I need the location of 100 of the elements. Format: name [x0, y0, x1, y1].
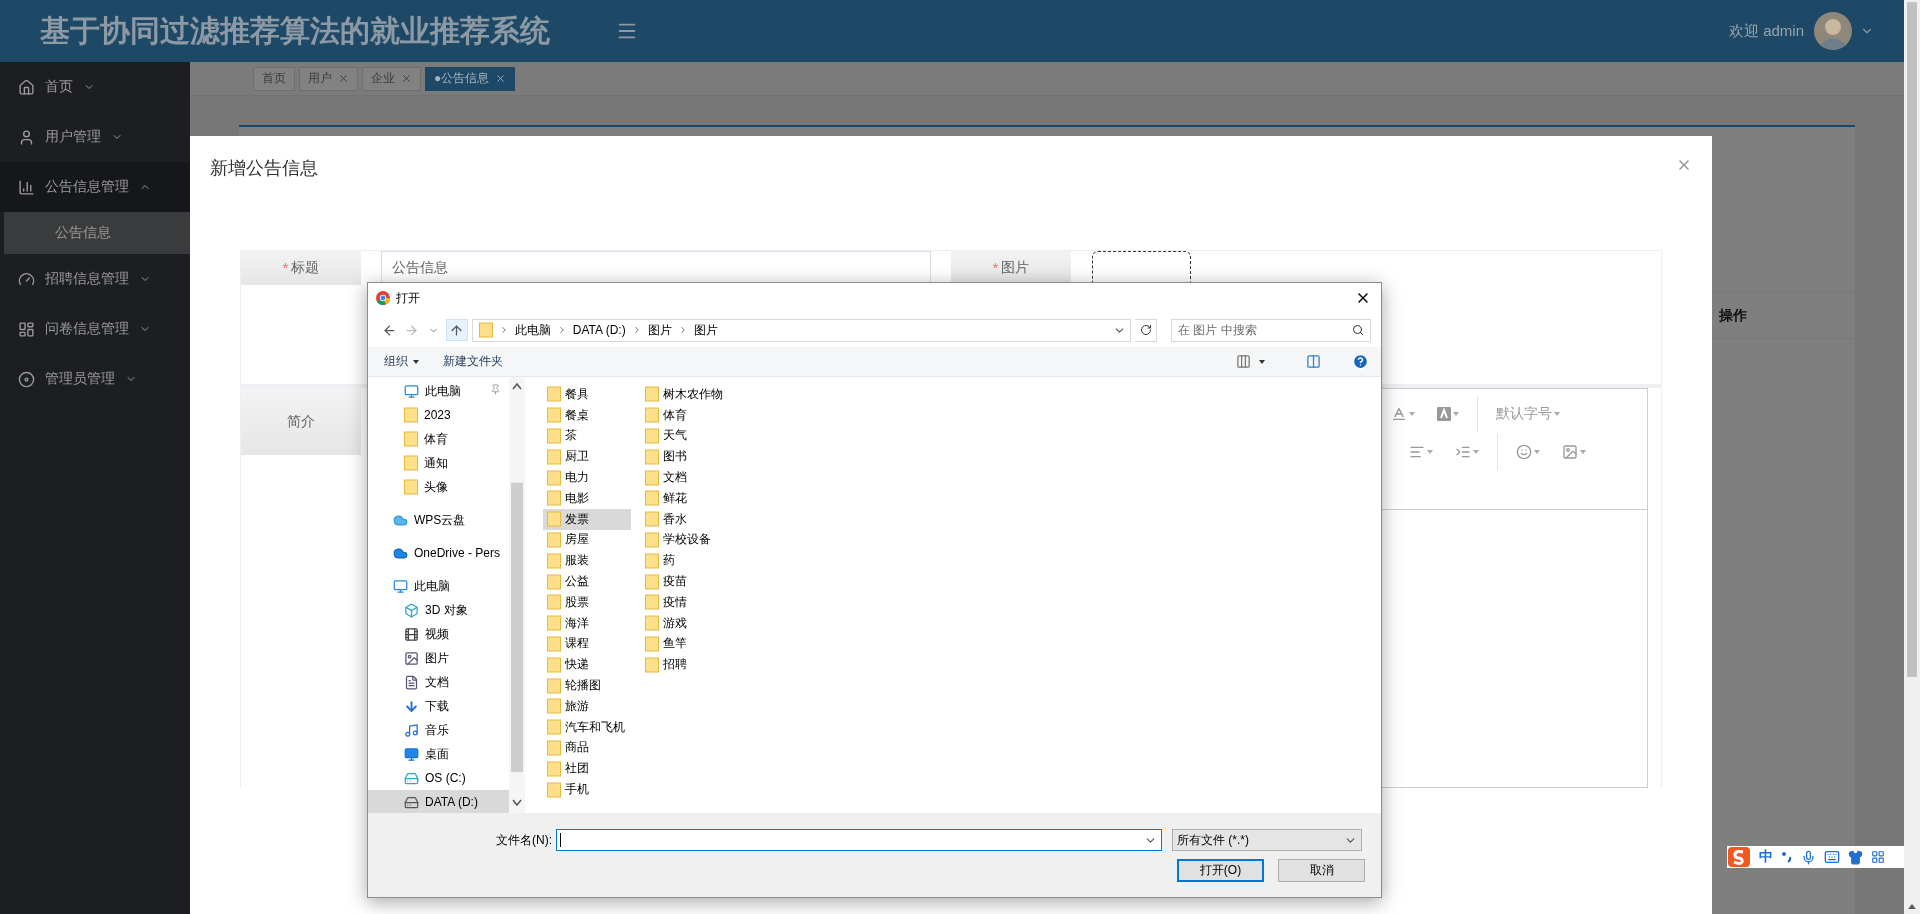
folder-item[interactable]: 餐具: [543, 384, 631, 405]
nav-item[interactable]: OneDrive - Pers: [368, 541, 509, 565]
nav-item[interactable]: 视频: [368, 622, 509, 646]
folder-item[interactable]: 鲜花: [641, 488, 729, 509]
up-button[interactable]: [446, 319, 468, 341]
folder-item[interactable]: 体育: [641, 404, 729, 426]
microphone-icon[interactable]: [1801, 849, 1816, 865]
breadcrumb[interactable]: DATA (D:): [572, 323, 626, 337]
nav-item[interactable]: 音乐: [368, 718, 509, 742]
nav-item[interactable]: OS (C:): [368, 766, 509, 790]
folder-item[interactable]: 发票: [543, 508, 631, 530]
shirt-icon[interactable]: [1848, 849, 1863, 865]
folder-item[interactable]: 电力: [543, 467, 631, 488]
nav-item[interactable]: WPS云盘: [368, 508, 509, 532]
help-icon[interactable]: [1352, 353, 1369, 370]
nav-item[interactable]: 下载: [368, 694, 509, 718]
sidebar-item[interactable]: 管理员管理: [0, 354, 190, 404]
drive-icon: [404, 794, 419, 810]
sidebar-item[interactable]: 用户管理: [0, 112, 190, 162]
folder-item[interactable]: 服装: [543, 550, 631, 572]
bar-chart-icon: [18, 178, 35, 196]
file-type-select[interactable]: 所有文件 (*.*): [1172, 829, 1362, 851]
folder-item[interactable]: 学校设备: [641, 529, 729, 551]
folder-icon: [547, 719, 561, 736]
folder-icon: [404, 407, 418, 423]
folder-item[interactable]: 快递: [543, 654, 631, 676]
folder-icon: [645, 656, 659, 673]
folder-item[interactable]: 游戏: [641, 612, 729, 634]
sidebar-item[interactable]: 公告信息管理: [0, 162, 190, 212]
nav-item[interactable]: 文档: [368, 670, 509, 694]
nav-item[interactable]: 3D 对象: [368, 598, 509, 622]
tab[interactable]: ●公告信息: [425, 66, 516, 91]
folder-item[interactable]: 餐桌: [543, 404, 631, 426]
folder-item[interactable]: 社团: [543, 758, 631, 780]
sidebar-subitem[interactable]: 公告信息: [4, 212, 190, 254]
folder-item[interactable]: 课程: [543, 633, 631, 655]
file-name-field[interactable]: [556, 829, 1162, 851]
toolbar-button[interactable]: 组织: [384, 353, 419, 370]
folder-item[interactable]: 商品: [543, 737, 631, 759]
folder-item[interactable]: 鱼竿: [641, 633, 729, 655]
folder-item[interactable]: 图书: [641, 446, 729, 468]
breadcrumb[interactable]: 此电脑: [514, 321, 551, 339]
breadcrumb[interactable]: 图片: [647, 321, 672, 339]
desktop-icon: [404, 746, 419, 762]
dropdown-arrow-icon: [1554, 412, 1560, 416]
nav-item[interactable]: 体育: [368, 427, 509, 451]
file-name-label: 文件名(N):: [495, 831, 553, 849]
film-icon: [404, 626, 419, 642]
folder-item[interactable]: 旅游: [543, 695, 631, 717]
folder-item[interactable]: 海洋: [543, 612, 631, 634]
sidebar-item[interactable]: 首页: [0, 62, 190, 112]
sidebar-item[interactable]: 问卷信息管理: [0, 304, 190, 354]
folder-icon: [404, 455, 418, 471]
punctuation-icon[interactable]: [1781, 850, 1793, 864]
folder-icon: [645, 594, 659, 611]
folder-item[interactable]: 文档: [641, 467, 729, 488]
folder-item[interactable]: 公益: [543, 571, 631, 592]
folder-item[interactable]: 汽车和飞机: [543, 716, 631, 738]
cloud-icon: [393, 512, 408, 528]
download-icon: [404, 698, 419, 714]
title-input[interactable]: 公告信息: [381, 251, 931, 285]
refresh-button[interactable]: [1135, 318, 1157, 342]
folder-item[interactable]: 香水: [641, 508, 729, 530]
folder-item[interactable]: 手机: [543, 779, 631, 800]
nav-item[interactable]: 2023: [368, 403, 509, 427]
nav-item[interactable]: 通知: [368, 451, 509, 475]
address-bar[interactable]: 此电脑 DATA (D:) 图片 图片: [471, 318, 1132, 342]
nav-item[interactable]: 头像: [368, 475, 509, 499]
search-field[interactable]: 在 图片 中搜索: [1171, 318, 1371, 342]
folder-item[interactable]: 天气: [641, 425, 729, 447]
folder-item[interactable]: 轮播图: [543, 675, 631, 696]
folder-item[interactable]: 电影: [543, 488, 631, 509]
folder-item[interactable]: 股票: [543, 591, 631, 613]
dropdown-arrow-icon: [1427, 450, 1433, 454]
folder-item[interactable]: 厨卫: [543, 446, 631, 468]
house-icon: [18, 78, 35, 96]
nav-item[interactable]: DATA (D:): [368, 790, 509, 813]
cancel-button[interactable]: 取消: [1278, 859, 1365, 882]
nav-item[interactable]: 此电脑: [368, 574, 509, 598]
nav-item[interactable]: 此电脑: [368, 379, 509, 403]
browser-icon: [376, 291, 390, 305]
folder-icon: [547, 407, 561, 424]
folder-item[interactable]: 疫情: [641, 591, 729, 613]
toolbar-button[interactable]: 新建文件夹: [443, 353, 503, 370]
folder-item[interactable]: 药: [641, 550, 729, 572]
keyboard-icon[interactable]: [1824, 849, 1840, 865]
folder-icon: [645, 635, 659, 652]
breadcrumb[interactable]: 图片: [693, 321, 718, 339]
folder-item[interactable]: 树木农作物: [641, 384, 729, 405]
folder-item[interactable]: 疫苗: [641, 571, 729, 592]
folder-item[interactable]: 招聘: [641, 654, 729, 676]
nav-item[interactable]: 图片: [368, 646, 509, 670]
dialog-title: 新增公告信息: [210, 158, 318, 178]
folder-item[interactable]: 茶: [543, 425, 631, 447]
sidebar-item[interactable]: 招聘信息管理: [0, 254, 190, 304]
grid-icon[interactable]: [1871, 850, 1885, 864]
folder-item[interactable]: 房屋: [543, 529, 631, 551]
open-button[interactable]: 打开(O): [1177, 859, 1264, 882]
input-mode[interactable]: 中: [1759, 848, 1773, 866]
nav-item[interactable]: 桌面: [368, 742, 509, 766]
